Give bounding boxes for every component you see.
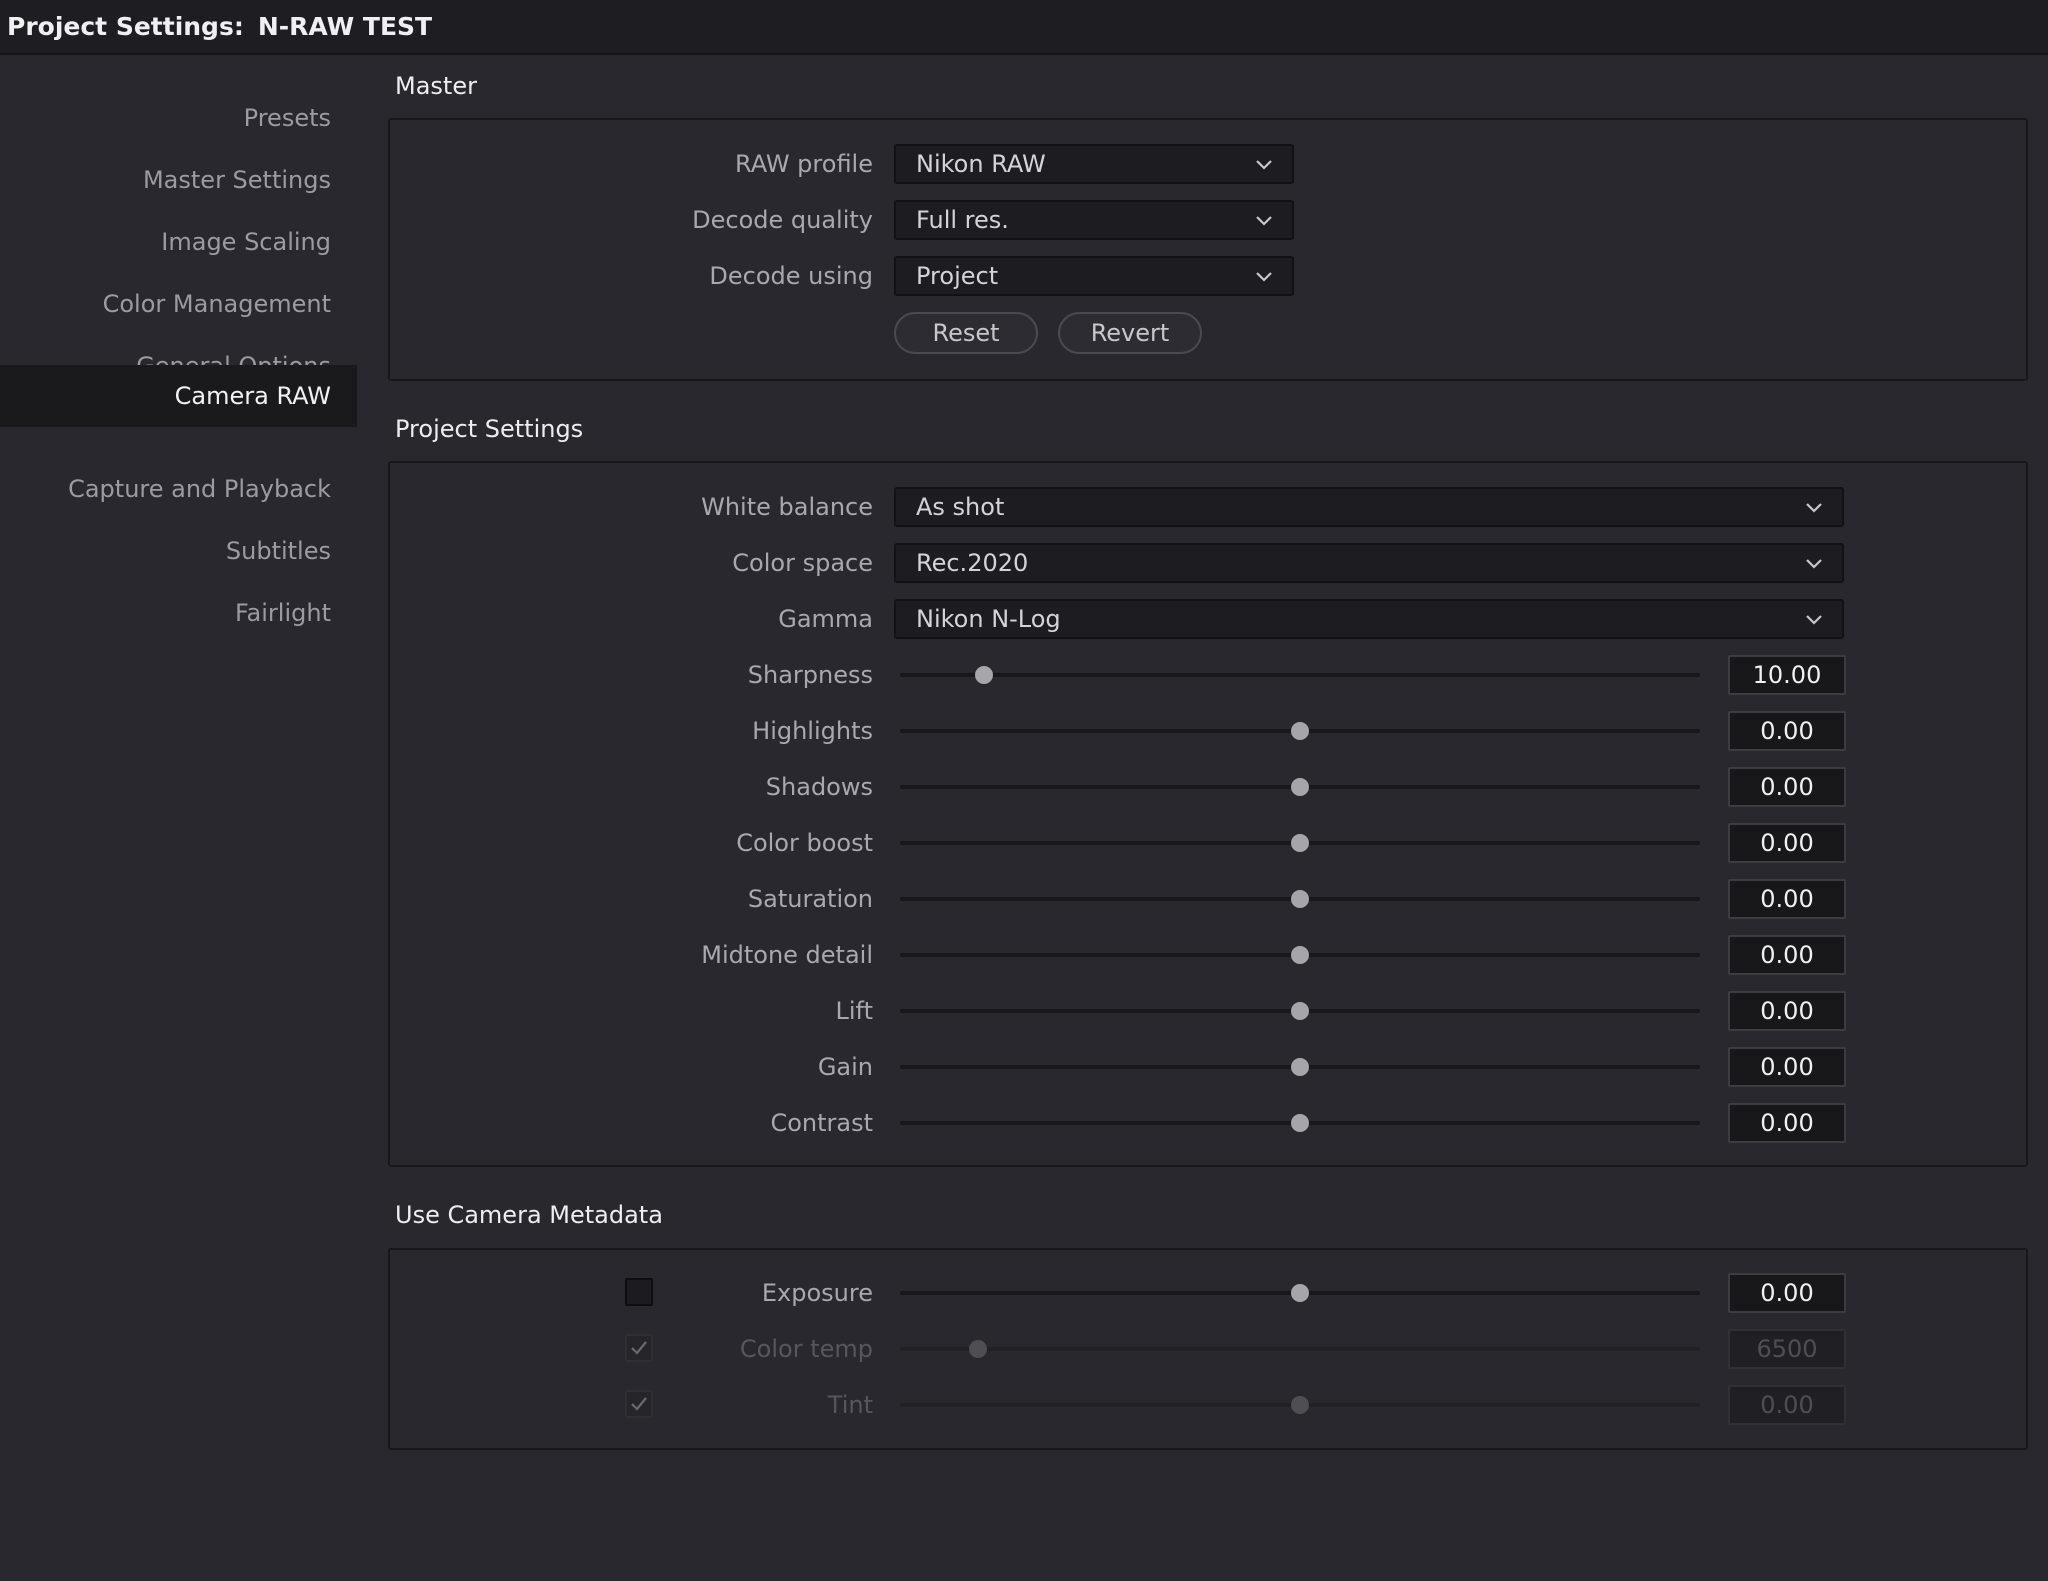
dropdown-value: Nikon RAW xyxy=(916,150,1046,178)
tint-label: Tint xyxy=(827,1391,873,1419)
sidebar-item-presets[interactable]: Presets xyxy=(0,87,357,149)
slider-knob[interactable] xyxy=(1291,1284,1309,1302)
raw-profile-label: RAW profile xyxy=(735,150,873,178)
slider-knob[interactable] xyxy=(975,666,993,684)
gamma-dropdown[interactable]: Nikon N-Log xyxy=(894,599,1844,639)
gain-label: Gain xyxy=(817,1053,873,1081)
sidebar-item-master-settings[interactable]: Master Settings xyxy=(0,149,357,211)
sharpness-value[interactable]: 10.00 xyxy=(1728,655,1846,695)
dropdown-value: Nikon N-Log xyxy=(916,605,1061,633)
midtone-detail-value[interactable]: 0.00 xyxy=(1728,935,1846,975)
sidebar-item-subtitles[interactable]: Subtitles xyxy=(0,520,357,582)
exposure-label: Exposure xyxy=(761,1279,873,1307)
saturation-slider[interactable] xyxy=(900,890,1700,908)
lift-label: Lift xyxy=(835,997,873,1025)
sidebar-item-fairlight[interactable]: Fairlight xyxy=(0,582,357,644)
dropdown-value: Full res. xyxy=(916,206,1009,234)
settings-sidebar: Presets Master Settings Image Scaling Co… xyxy=(0,57,357,1581)
dropdown-value: Rec.2020 xyxy=(916,549,1029,577)
shadows-label: Shadows xyxy=(765,773,873,801)
window-titlebar: Project Settings: N-RAW TEST xyxy=(0,0,2048,55)
section-title-project-settings: Project Settings xyxy=(395,415,584,443)
slider-knob[interactable] xyxy=(1291,1058,1309,1076)
white-balance-label: White balance xyxy=(701,493,873,521)
shadows-value[interactable]: 0.00 xyxy=(1728,767,1846,807)
highlights-slider[interactable] xyxy=(900,722,1700,740)
decode-quality-dropdown[interactable]: Full res. xyxy=(894,200,1294,240)
lift-value[interactable]: 0.00 xyxy=(1728,991,1846,1031)
sidebar-item-label: Fairlight xyxy=(234,599,331,627)
sidebar-item-camera-raw[interactable]: Camera RAW xyxy=(0,365,357,427)
slider-knob[interactable] xyxy=(1291,1002,1309,1020)
sidebar-item-capture-and-playback[interactable]: Capture and Playback xyxy=(0,458,357,520)
reset-button[interactable]: Reset xyxy=(894,312,1038,354)
shadows-slider[interactable] xyxy=(900,778,1700,796)
window-title-prefix: Project Settings: xyxy=(7,12,244,41)
lift-slider[interactable] xyxy=(900,1002,1700,1020)
color-boost-value[interactable]: 0.00 xyxy=(1728,823,1846,863)
highlights-value[interactable]: 0.00 xyxy=(1728,711,1846,751)
gain-value[interactable]: 0.00 xyxy=(1728,1047,1846,1087)
chevron-down-icon xyxy=(1806,615,1822,625)
slider-knob xyxy=(1291,1396,1309,1414)
midtone-detail-label: Midtone detail xyxy=(701,941,873,969)
slider-knob[interactable] xyxy=(1291,1114,1309,1132)
sidebar-item-label: Presets xyxy=(243,104,331,132)
white-balance-dropdown[interactable]: As shot xyxy=(894,487,1844,527)
color-temp-label: Color temp xyxy=(739,1335,873,1363)
slider-knob[interactable] xyxy=(1291,778,1309,796)
chevron-down-icon xyxy=(1806,503,1822,513)
chevron-down-icon xyxy=(1256,272,1272,282)
slider-knob[interactable] xyxy=(1291,890,1309,908)
contrast-slider[interactable] xyxy=(900,1114,1700,1132)
sidebar-item-label: Image Scaling xyxy=(161,228,331,256)
color-boost-slider[interactable] xyxy=(900,834,1700,852)
tint-value: 0.00 xyxy=(1728,1385,1846,1425)
sidebar-item-label: Master Settings xyxy=(142,166,331,194)
slider-knob[interactable] xyxy=(1291,834,1309,852)
contrast-value[interactable]: 0.00 xyxy=(1728,1103,1846,1143)
decode-quality-label: Decode quality xyxy=(692,206,873,234)
chevron-down-icon xyxy=(1256,216,1272,226)
revert-button[interactable]: Revert xyxy=(1058,312,1202,354)
highlights-label: Highlights xyxy=(752,717,873,745)
color-temp-value: 6500 xyxy=(1728,1329,1846,1369)
sidebar-item-image-scaling[interactable]: Image Scaling xyxy=(0,211,357,273)
color-space-label: Color space xyxy=(732,549,873,577)
sidebar-item-label: Camera RAW xyxy=(174,382,331,410)
gain-slider[interactable] xyxy=(900,1058,1700,1076)
decode-using-dropdown[interactable]: Project xyxy=(894,256,1294,296)
sidebar-item-label: Capture and Playback xyxy=(68,475,331,503)
tint-slider xyxy=(900,1396,1700,1414)
decode-using-label: Decode using xyxy=(709,262,873,290)
color-space-dropdown[interactable]: Rec.2020 xyxy=(894,543,1844,583)
color-temp-slider xyxy=(900,1340,1700,1358)
exposure-slider[interactable] xyxy=(900,1284,1700,1302)
sidebar-item-label: Color Management xyxy=(102,290,331,318)
sidebar-item-color-management[interactable]: Color Management xyxy=(0,273,357,335)
section-title-master: Master xyxy=(395,72,477,100)
sharpness-label: Sharpness xyxy=(747,661,873,689)
sidebar-item-label: Subtitles xyxy=(225,537,331,565)
project-name: N-RAW TEST xyxy=(257,12,433,41)
gamma-label: Gamma xyxy=(778,605,873,633)
saturation-label: Saturation xyxy=(747,885,873,913)
contrast-label: Contrast xyxy=(770,1109,873,1137)
dropdown-value: As shot xyxy=(916,493,1005,521)
section-title-use-camera-metadata: Use Camera Metadata xyxy=(395,1201,663,1229)
slider-knob[interactable] xyxy=(1291,722,1309,740)
chevron-down-icon xyxy=(1256,160,1272,170)
exposure-value[interactable]: 0.00 xyxy=(1728,1273,1846,1313)
saturation-value[interactable]: 0.00 xyxy=(1728,879,1846,919)
sharpness-slider[interactable] xyxy=(900,666,1700,684)
dropdown-value: Project xyxy=(916,262,999,290)
midtone-detail-slider[interactable] xyxy=(900,946,1700,964)
raw-profile-dropdown[interactable]: Nikon RAW xyxy=(894,144,1294,184)
slider-knob xyxy=(968,1340,987,1358)
color-boost-label: Color boost xyxy=(736,829,873,857)
chevron-down-icon xyxy=(1806,559,1822,569)
slider-knob[interactable] xyxy=(1291,946,1309,964)
